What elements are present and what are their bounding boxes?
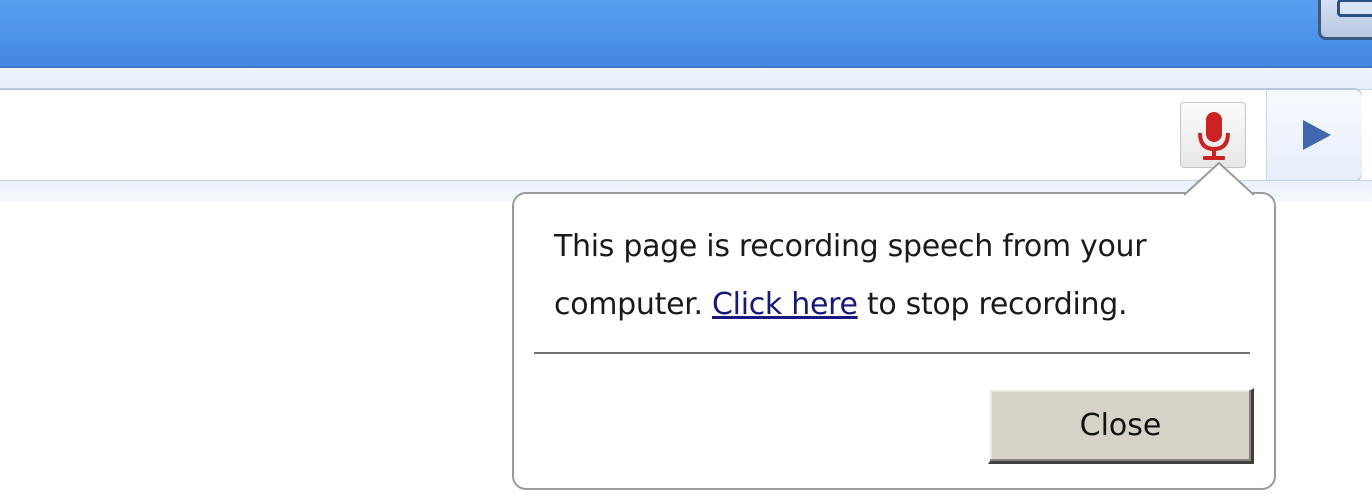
toolbar-strip: [0, 68, 1372, 90]
recording-message: This page is recording speech from your …: [554, 218, 1254, 334]
recording-message-line-2: computer. Click here to stop recording.: [554, 276, 1254, 334]
play-arrow-icon: [1303, 120, 1331, 150]
recording-message-line-1: This page is recording speech from your: [554, 229, 1147, 264]
close-button[interactable]: Close: [988, 388, 1254, 464]
speech-input-button[interactable]: [1180, 102, 1246, 168]
bubble-pointer: [1184, 162, 1254, 196]
go-button[interactable]: [1266, 90, 1362, 180]
window-button-icon[interactable]: [1318, 0, 1372, 40]
bubble-divider: [534, 352, 1250, 354]
stop-recording-link[interactable]: Click here: [712, 287, 858, 322]
microphone-icon: [1198, 112, 1230, 160]
window-titlebar: [0, 0, 1372, 68]
omnibox[interactable]: [0, 88, 1362, 182]
message-prefix: computer.: [554, 287, 713, 322]
window-button-glyph: [1337, 0, 1372, 17]
browser-window: This page is recording speech from your …: [0, 0, 1372, 494]
message-suffix: to stop recording.: [857, 287, 1128, 322]
